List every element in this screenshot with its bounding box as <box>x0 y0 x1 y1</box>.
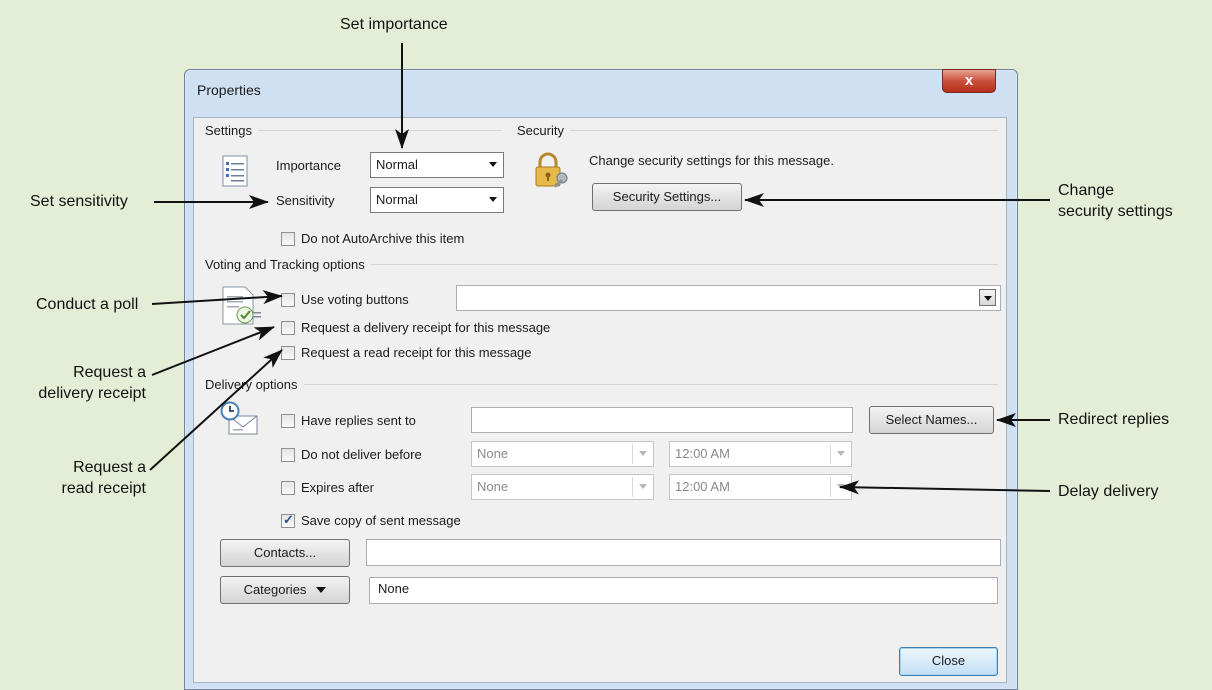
chevron-down-icon <box>837 484 845 489</box>
chevron-down-icon <box>316 587 327 593</box>
callout-delay-delivery: Delay delivery <box>1058 483 1159 500</box>
contacts-field[interactable] <box>366 539 1001 566</box>
save-copy-label[interactable]: Save copy of sent message <box>301 513 461 528</box>
lock-key-icon <box>535 152 568 188</box>
voting-tracking-icon <box>222 286 261 325</box>
importance-label: Importance <box>276 158 342 173</box>
have-replies-checkbox[interactable] <box>281 414 295 428</box>
chevron-down-icon <box>639 451 647 456</box>
properties-dialog: Properties x Settings Importance Normal … <box>184 69 1018 690</box>
expires-time-value: 12:00 AM <box>675 479 730 494</box>
voting-choices-field[interactable] <box>456 285 1001 311</box>
importance-value: Normal <box>376 157 418 172</box>
settings-list-icon <box>222 155 248 187</box>
dialog-title: Properties <box>197 82 261 98</box>
callout-request-delivery-line2: delivery receipt <box>38 385 146 402</box>
sensitivity-dropdown[interactable]: Normal <box>370 187 504 213</box>
use-voting-checkbox[interactable] <box>281 293 295 307</box>
close-button[interactable]: Close <box>899 647 998 676</box>
select-names-button[interactable]: Select Names... <box>869 406 994 434</box>
callout-request-read-receipt: Request a read receipt <box>30 457 147 499</box>
categories-button-label: Categories <box>243 582 307 597</box>
expires-date-value: None <box>477 479 509 494</box>
do-not-deliver-checkbox[interactable] <box>281 448 295 462</box>
callout-conduct-poll: Conduct a poll <box>36 296 139 313</box>
categories-button[interactable]: Categories <box>220 576 350 604</box>
do-not-deliver-date-dropdown[interactable]: None <box>471 441 654 467</box>
sensitivity-value: Normal <box>376 192 418 207</box>
save-copy-checkbox[interactable] <box>281 512 295 528</box>
read-receipt-checkbox[interactable] <box>281 346 295 360</box>
dialog-content: Settings Importance Normal Sensitivity N… <box>193 117 1007 683</box>
do-not-deliver-time-value: 12:00 AM <box>675 446 730 461</box>
autoarchive-label[interactable]: Do not AutoArchive this item <box>301 231 464 246</box>
security-group-label: Security <box>517 123 998 138</box>
have-replies-field[interactable] <box>471 407 853 433</box>
settings-group-label: Settings <box>205 123 501 138</box>
callout-request-read-line2: read receipt <box>61 480 147 497</box>
callout-change-security: Change security settings <box>1058 180 1173 222</box>
callout-request-delivery-line1: Request a <box>73 364 146 381</box>
chevron-down-icon <box>489 162 497 167</box>
expires-after-label[interactable]: Expires after <box>301 480 374 495</box>
sensitivity-label: Sensitivity <box>276 193 335 208</box>
chevron-down-icon <box>489 197 497 202</box>
categories-field[interactable]: None <box>369 577 998 604</box>
security-settings-button[interactable]: Security Settings... <box>592 183 742 211</box>
expires-time-dropdown[interactable]: 12:00 AM <box>669 474 852 500</box>
do-not-deliver-label[interactable]: Do not deliver before <box>301 447 422 462</box>
have-replies-label[interactable]: Have replies sent to <box>301 413 416 428</box>
callout-request-read-line1: Request a <box>73 459 146 476</box>
delivery-receipt-label[interactable]: Request a delivery receipt for this mess… <box>301 320 550 335</box>
do-not-deliver-date-value: None <box>477 446 509 461</box>
callout-change-security-line1: Change <box>1058 182 1115 199</box>
contacts-button[interactable]: Contacts... <box>220 539 350 567</box>
callout-request-delivery-receipt: Request a delivery receipt <box>15 362 146 404</box>
autoarchive-checkbox[interactable] <box>281 232 295 246</box>
chevron-down-icon <box>837 451 845 456</box>
callout-set-sensitivity: Set sensitivity <box>30 193 128 210</box>
voting-tracking-group-label: Voting and Tracking options <box>205 257 998 272</box>
importance-dropdown[interactable]: Normal <box>370 152 504 178</box>
delivery-options-group-label: Delivery options <box>205 377 998 392</box>
chevron-down-icon <box>639 484 647 489</box>
expires-date-dropdown[interactable]: None <box>471 474 654 500</box>
callout-set-importance: Set importance <box>340 16 448 33</box>
read-receipt-label[interactable]: Request a read receipt for this message <box>301 345 532 360</box>
delivery-clock-envelope-icon <box>220 401 258 435</box>
voting-dropdown-button[interactable] <box>979 289 996 306</box>
use-voting-label[interactable]: Use voting buttons <box>301 292 409 307</box>
callout-redirect-replies: Redirect replies <box>1058 411 1170 428</box>
callout-change-security-line2: security settings <box>1058 203 1173 220</box>
do-not-deliver-time-dropdown[interactable]: 12:00 AM <box>669 441 852 467</box>
window-close-button[interactable]: x <box>942 69 996 93</box>
delivery-receipt-checkbox[interactable] <box>281 321 295 335</box>
security-description: Change security settings for this messag… <box>589 153 834 168</box>
expires-after-checkbox[interactable] <box>281 481 295 495</box>
